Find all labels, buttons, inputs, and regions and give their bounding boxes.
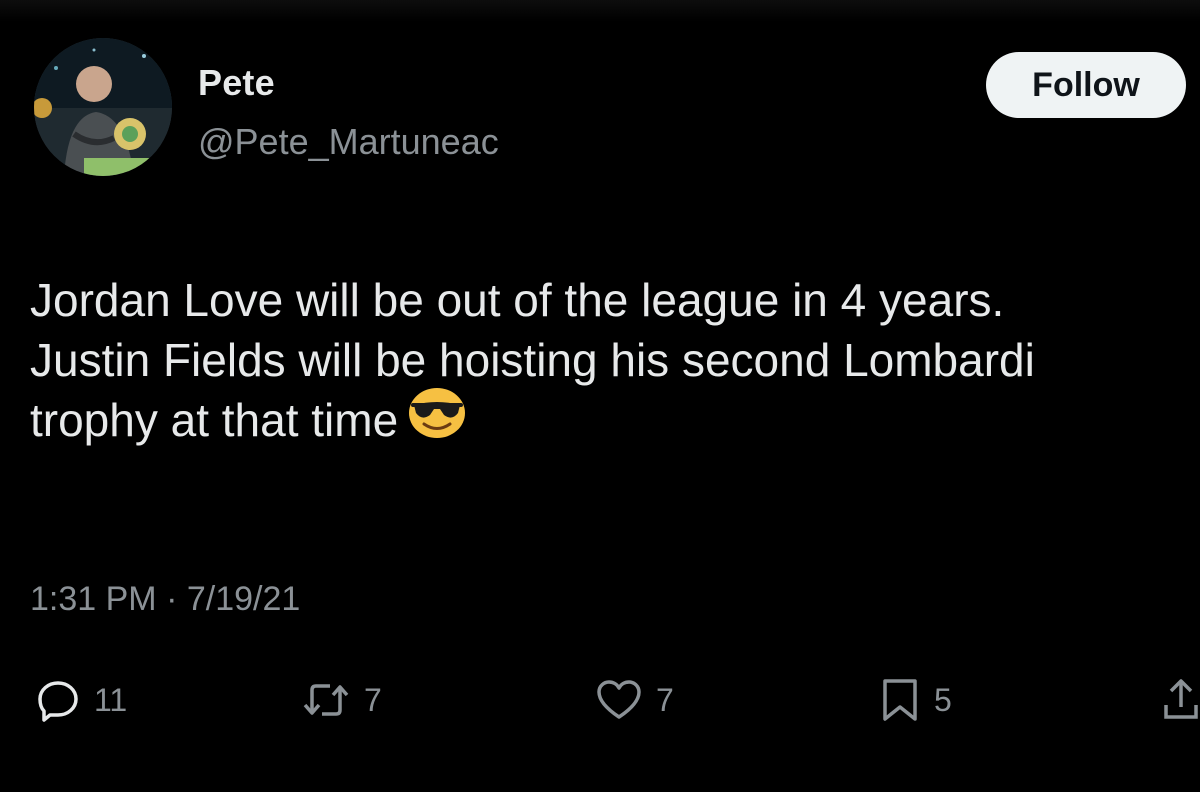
bookmark-button[interactable]: 5 (880, 670, 952, 730)
tweet-date: 7/19/21 (186, 580, 301, 618)
display-name[interactable]: Pete (198, 62, 275, 104)
like-count: 7 (656, 681, 674, 718)
share-button[interactable] (1162, 670, 1200, 730)
tweet-line: trophy at that time (30, 387, 1200, 453)
action-bar: 11 7 7 5 (0, 670, 1200, 730)
tweet-line-text: trophy at that time (30, 394, 399, 446)
share-icon (1162, 677, 1200, 723)
bookmark-icon (880, 677, 920, 723)
tweet-timestamp[interactable]: 1:31 PM · 7/19/21 (30, 580, 300, 619)
sunglasses-emoji-icon (408, 387, 466, 453)
meta-separator: · (166, 580, 178, 618)
tweet-time: 1:31 PM (30, 580, 157, 618)
bookmark-count: 5 (934, 681, 952, 718)
retweet-button[interactable]: 7 (302, 670, 382, 730)
heart-icon (596, 679, 642, 721)
top-divider (0, 0, 1200, 22)
user-handle[interactable]: @Pete_Martuneac (198, 121, 499, 163)
avatar[interactable] (34, 38, 172, 176)
avatar-image (34, 38, 172, 176)
tweet-line: Jordan Love will be out of the league in… (30, 274, 1005, 326)
reply-count: 11 (94, 681, 128, 718)
tweet-text: Jordan Love will be out of the league in… (30, 270, 1200, 453)
tweet-line: Justin Fields will be hoisting his secon… (30, 334, 1035, 386)
like-button[interactable]: 7 (596, 670, 674, 730)
follow-button[interactable]: Follow (986, 52, 1186, 118)
retweet-icon (302, 678, 350, 722)
reply-icon (36, 678, 80, 722)
retweet-count: 7 (364, 681, 382, 718)
reply-button[interactable]: 11 (36, 670, 127, 730)
